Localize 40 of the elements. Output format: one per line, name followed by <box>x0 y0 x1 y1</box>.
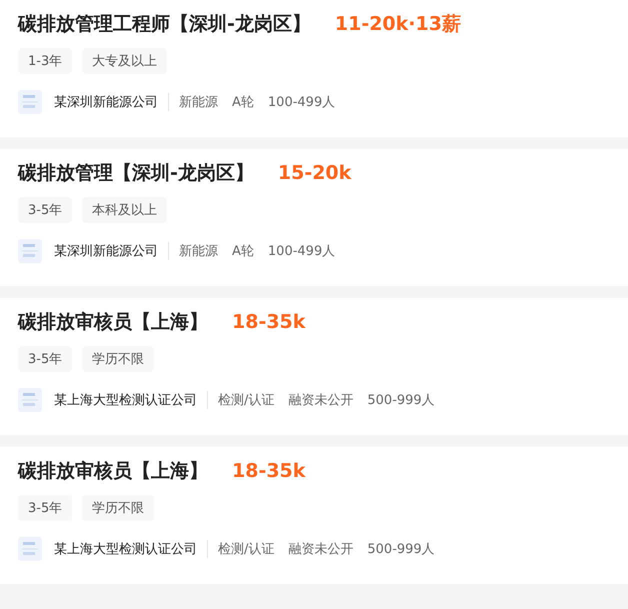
company-logo-icon <box>18 537 42 561</box>
company-logo-icon <box>18 388 42 412</box>
tag: 学历不限 <box>82 495 154 521</box>
company-info: 500-999人 <box>367 541 435 558</box>
company-info: 500-999人 <box>367 392 435 409</box>
company-info: A轮 <box>232 243 254 260</box>
company-info: 融资未公开 <box>288 392 354 409</box>
job-card[interactable]: 碳排放审核员【上海】 18-35k 3-5年 学历不限 某上海大型检测认证公司 检测/认证 融资未公开 500-999人 <box>0 298 628 435</box>
company-logo-icon <box>18 90 42 114</box>
company-name: 某上海大型检测认证公司 <box>54 392 197 409</box>
company-info: 新能源 <box>179 243 218 260</box>
company-logo-icon <box>18 239 42 263</box>
job-card[interactable]: 碳排放管理工程师【深圳-龙岗区】 11-20k·13薪 1-3年 大专及以上 某深圳新能源公司 新能源 A轮 100-499人 <box>0 0 628 137</box>
company-info: 100-499人 <box>268 94 336 111</box>
job-title: 碳排放审核员【上海】 <box>18 310 208 335</box>
tag: 3-5年 <box>18 346 72 372</box>
tag: 1-3年 <box>18 48 72 74</box>
company-name: 某上海大型检测认证公司 <box>54 541 197 558</box>
job-card[interactable]: 碳排放管理【深圳-龙岗区】 15-20k 3-5年 本科及以上 某深圳新能源公司 新能源 A轮 100-499人 <box>0 149 628 286</box>
job-title: 碳排放审核员【上海】 <box>18 459 208 484</box>
tag: 3-5年 <box>18 197 72 223</box>
company-info: 融资未公开 <box>288 541 354 558</box>
salary: 18-35k <box>232 311 306 333</box>
tag: 大专及以上 <box>82 48 168 74</box>
company-name: 某深圳新能源公司 <box>54 94 158 111</box>
tag: 学历不限 <box>82 346 154 372</box>
tag: 3-5年 <box>18 495 72 521</box>
salary: 18-35k <box>232 460 306 482</box>
company-info: 100-499人 <box>268 243 336 260</box>
salary: 15-20k <box>278 162 352 184</box>
company-name: 某深圳新能源公司 <box>54 243 158 260</box>
salary: 11-20k·13薪 <box>334 12 461 37</box>
company-info: 检测/认证 <box>218 392 274 409</box>
job-title: 碳排放管理【深圳-龙岗区】 <box>18 161 254 186</box>
job-title: 碳排放管理工程师【深圳-龙岗区】 <box>18 12 311 37</box>
job-card[interactable]: 碳排放审核员【上海】 18-35k 3-5年 学历不限 某上海大型检测认证公司 检测/认证 融资未公开 500-999人 <box>0 447 628 584</box>
company-info: 新能源 <box>179 94 218 111</box>
company-info: 检测/认证 <box>218 541 274 558</box>
tag: 本科及以上 <box>82 197 168 223</box>
company-info: A轮 <box>232 94 254 111</box>
